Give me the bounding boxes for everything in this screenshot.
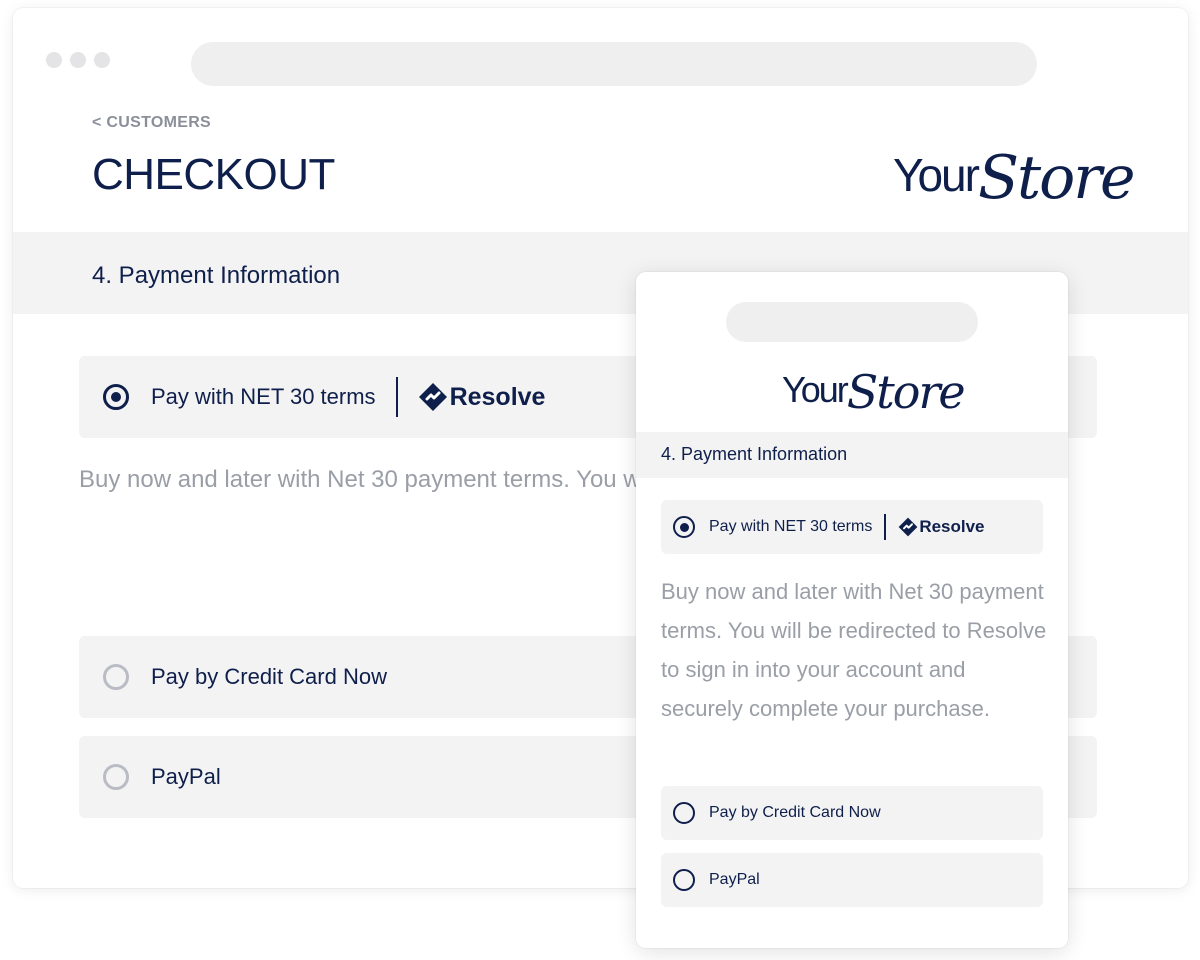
radio-unchecked-icon[interactable]: [103, 664, 129, 690]
breadcrumb-customers[interactable]: < CUSTOMERS: [92, 114, 211, 132]
resolve-brand: Resolve: [418, 382, 546, 412]
mobile-payment-option-paypal[interactable]: PayPal: [661, 853, 1043, 907]
window-dot-icon[interactable]: [70, 52, 86, 68]
address-bar[interactable]: [191, 42, 1037, 86]
resolve-diamond-icon: [898, 517, 918, 537]
page-title: CHECKOUT: [92, 150, 335, 199]
mobile-store-logo: Your Store: [782, 350, 966, 420]
radio-unchecked-icon[interactable]: [103, 764, 129, 790]
resolve-brand: Resolve: [898, 517, 985, 537]
resolve-label: Resolve: [449, 382, 546, 411]
option-label: PayPal: [709, 871, 760, 888]
mobile-payment-description: Buy now and later with Net 30 payment te…: [661, 579, 1047, 721]
payment-description: Buy now and later with Net 30 payment te…: [79, 466, 639, 493]
option-label: Pay by Credit Card Now: [709, 804, 881, 821]
option-label: Pay by Credit Card Now: [151, 664, 387, 689]
radio-unchecked-icon[interactable]: [673, 869, 695, 891]
option-label: Pay with NET 30 terms: [151, 384, 376, 409]
resolve-diamond-icon: [418, 383, 447, 411]
radio-checked-icon[interactable]: [673, 516, 695, 538]
divider: [395, 377, 398, 417]
store-logo: Your Store: [893, 126, 1136, 216]
section-title-payment: 4. Payment Information: [92, 262, 341, 289]
logo-part-your: Your: [782, 369, 849, 410]
logo-part-your: Your: [893, 149, 980, 201]
mobile-section-title: 4. Payment Information: [661, 444, 848, 464]
option-label: PayPal: [151, 764, 221, 789]
divider: [884, 514, 887, 540]
resolve-label: Resolve: [919, 517, 985, 536]
radio-checked-icon[interactable]: [103, 384, 129, 410]
window-dot-icon[interactable]: [94, 52, 110, 68]
mobile-payment-option-credit-card[interactable]: Pay by Credit Card Now: [661, 786, 1043, 840]
logo-part-store: Store: [846, 365, 966, 419]
logo-part-store: Store: [977, 143, 1136, 213]
option-label: Pay with NET 30 terms: [709, 518, 873, 535]
mobile-address-bar[interactable]: [726, 302, 978, 342]
window-controls: [46, 52, 110, 68]
window-dot-icon[interactable]: [46, 52, 62, 68]
mobile-checkout-card: Your Store 4. Payment Information Pay wit…: [636, 272, 1068, 948]
radio-unchecked-icon[interactable]: [673, 802, 695, 824]
mobile-payment-option-net30[interactable]: Pay with NET 30 terms Resolve: [661, 500, 1043, 554]
